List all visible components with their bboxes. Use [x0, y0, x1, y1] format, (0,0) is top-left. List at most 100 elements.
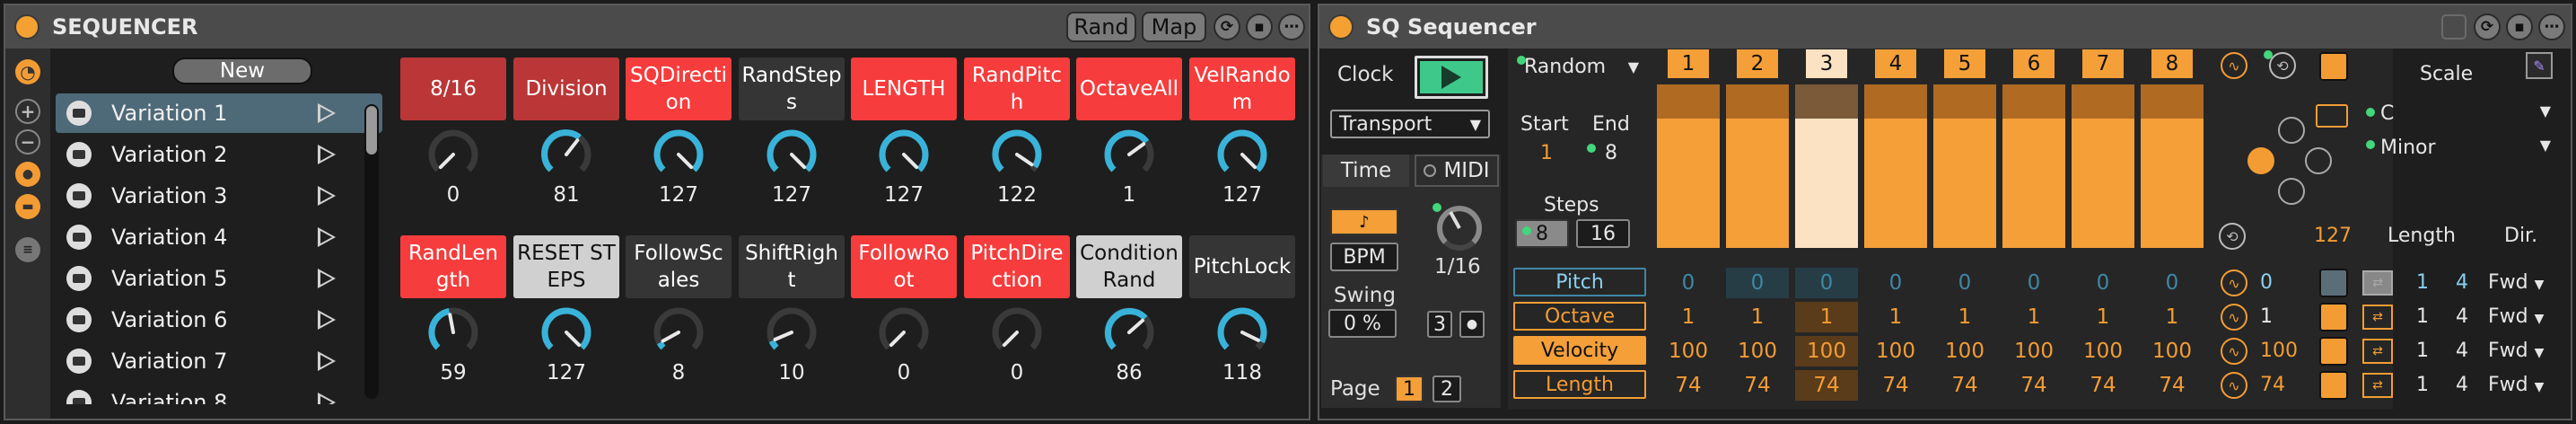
more-icon[interactable]: ⋯: [1278, 13, 1305, 40]
sq-power-button[interactable]: [1328, 14, 1354, 40]
variation-row[interactable]: Variation 3: [56, 176, 382, 216]
step-value-cell[interactable]: 1: [1657, 302, 1720, 332]
bpm-button[interactable]: BPM: [1330, 243, 1398, 271]
step-header-button[interactable]: 7: [2082, 49, 2124, 78]
row-link-icon[interactable]: ⇄: [2362, 305, 2393, 330]
step-value-cell[interactable]: 0: [2072, 268, 2134, 298]
macro-knob[interactable]: [981, 126, 1053, 187]
macro-knob[interactable]: [530, 126, 602, 187]
step-header-button[interactable]: 1: [1668, 49, 1709, 78]
row-length-a[interactable]: 1: [2416, 374, 2429, 396]
macro-knob[interactable]: [868, 304, 940, 365]
macro-knob[interactable]: [756, 126, 828, 187]
variation-row[interactable]: Variation 1: [56, 93, 382, 133]
variation-row[interactable]: Variation 6: [56, 300, 382, 340]
row-random-grid-icon[interactable]: [2319, 269, 2348, 297]
list-icon[interactable]: ≡: [15, 237, 40, 262]
device-power-button[interactable]: [14, 14, 39, 40]
step-value-cell[interactable]: 100: [1933, 336, 1996, 367]
play-variation-icon[interactable]: [318, 393, 336, 404]
recall-icon[interactable]: ▬: [15, 194, 40, 219]
step-value-cell[interactable]: 0: [1795, 268, 1858, 298]
macro-knob[interactable]: [1206, 126, 1278, 187]
macro-knob[interactable]: [1093, 304, 1165, 365]
row-link-icon[interactable]: ⇄: [2362, 339, 2393, 364]
mode-select[interactable]: Random ▼: [1517, 52, 1643, 81]
row-random-grid-icon[interactable]: [2319, 371, 2348, 400]
row-length-a[interactable]: 1: [2416, 271, 2429, 294]
row-direction-select[interactable]: Fwd ▼: [2488, 340, 2544, 362]
calendar-icon[interactable]: [2441, 14, 2466, 40]
arrow-down-icon[interactable]: [2278, 178, 2305, 205]
add-variation-icon[interactable]: +: [15, 99, 40, 124]
row-label-button[interactable]: Pitch: [1513, 268, 1646, 296]
step-value-cell[interactable]: 0: [2002, 268, 2065, 298]
camera-icon[interactable]: [66, 142, 92, 167]
snapshot-icon[interactable]: ●: [15, 162, 40, 187]
row-label-button[interactable]: Length: [1513, 370, 1646, 399]
step-value-cell[interactable]: 1: [1864, 302, 1927, 332]
row-mod-icon[interactable]: ∿: [2221, 269, 2247, 296]
step-header-button[interactable]: 3: [1806, 49, 1847, 78]
step-value-cell[interactable]: 100: [2072, 336, 2134, 367]
macro-knob[interactable]: [417, 304, 489, 365]
step-value-cell[interactable]: 100: [2141, 336, 2204, 367]
row-link-icon[interactable]: ⇄: [2362, 373, 2393, 398]
step-value-cell[interactable]: 1: [2002, 302, 2065, 332]
step-value-cell[interactable]: 74: [1933, 370, 1996, 401]
play-variation-icon[interactable]: [318, 186, 336, 206]
step-value-cell[interactable]: 74: [2141, 370, 2204, 401]
sq-more-icon[interactable]: ⋯: [2538, 13, 2565, 40]
row-length-a[interactable]: 1: [2416, 340, 2429, 362]
start-value[interactable]: 1: [1540, 142, 1553, 164]
step-value-cell[interactable]: 74: [1657, 370, 1720, 401]
steps-16-button[interactable]: 16: [1576, 219, 1630, 248]
step-value-cell[interactable]: 1: [2072, 302, 2134, 332]
step-value-cell[interactable]: 1: [2141, 302, 2204, 332]
variation-row[interactable]: Variation 7: [56, 341, 382, 381]
step-value-cell[interactable]: 100: [2002, 336, 2065, 367]
macro-knob[interactable]: [530, 304, 602, 365]
scale-root-select[interactable]: C ▼: [2366, 102, 2556, 129]
new-variation-button[interactable]: New: [172, 57, 312, 84]
transport-select[interactable]: Transport ▼: [1330, 110, 1490, 138]
steps-8-button[interactable]: 8: [1515, 219, 1569, 248]
random-grid-icon[interactable]: [2319, 52, 2348, 81]
row-extra-value[interactable]: 1: [2260, 305, 2273, 328]
clock-play-button[interactable]: [1415, 56, 1488, 99]
page-2-button[interactable]: 2: [1433, 375, 1461, 402]
step-value-cell[interactable]: 0: [1657, 268, 1720, 298]
macro-knob[interactable]: [981, 304, 1053, 365]
row-label-button[interactable]: Octave: [1513, 302, 1646, 331]
step-value-cell[interactable]: 100: [1657, 336, 1720, 367]
map-button[interactable]: Map: [1142, 12, 1206, 42]
row-direction-select[interactable]: Fwd ▼: [2488, 374, 2544, 396]
play-variation-icon[interactable]: [318, 103, 336, 123]
macro-knob[interactable]: [1093, 126, 1165, 187]
play-variation-icon[interactable]: [318, 269, 336, 288]
row-mod-icon[interactable]: ∿: [2221, 338, 2247, 365]
sq-refresh-icon[interactable]: ⟳: [2474, 13, 2501, 40]
variation-row[interactable]: Variation 2: [56, 135, 382, 174]
swing-num-box[interactable]: 3: [1427, 311, 1452, 338]
row-direction-select[interactable]: Fwd ▼: [2488, 305, 2544, 328]
step-value-cell[interactable]: 0: [1864, 268, 1927, 298]
swing-dot-button[interactable]: ●: [1459, 311, 1485, 338]
step-value-cell[interactable]: 100: [1864, 336, 1927, 367]
scale-edit-icon[interactable]: ✎: [2526, 52, 2553, 79]
step-value-cell[interactable]: 74: [2002, 370, 2065, 401]
row-mod-icon[interactable]: ∿: [2221, 372, 2247, 399]
macro-knob[interactable]: [417, 126, 489, 187]
camera-icon[interactable]: [66, 101, 92, 126]
midi-tab[interactable]: MIDI: [1415, 155, 1499, 187]
variation-row[interactable]: Variation 8: [56, 383, 382, 404]
arrow-up-icon[interactable]: [2278, 117, 2305, 144]
step-value-cell[interactable]: 100: [1726, 336, 1789, 367]
end-value[interactable]: 8: [1605, 142, 1617, 164]
remove-variation-icon[interactable]: −: [15, 129, 40, 155]
row-direction-select[interactable]: Fwd ▼: [2488, 271, 2544, 294]
time-tab[interactable]: Time: [1323, 155, 1409, 187]
note-sync-icon[interactable]: ♪: [1330, 208, 1398, 235]
play-variation-icon[interactable]: [318, 145, 336, 164]
link-loop-icon[interactable]: ∿: [2221, 52, 2247, 79]
